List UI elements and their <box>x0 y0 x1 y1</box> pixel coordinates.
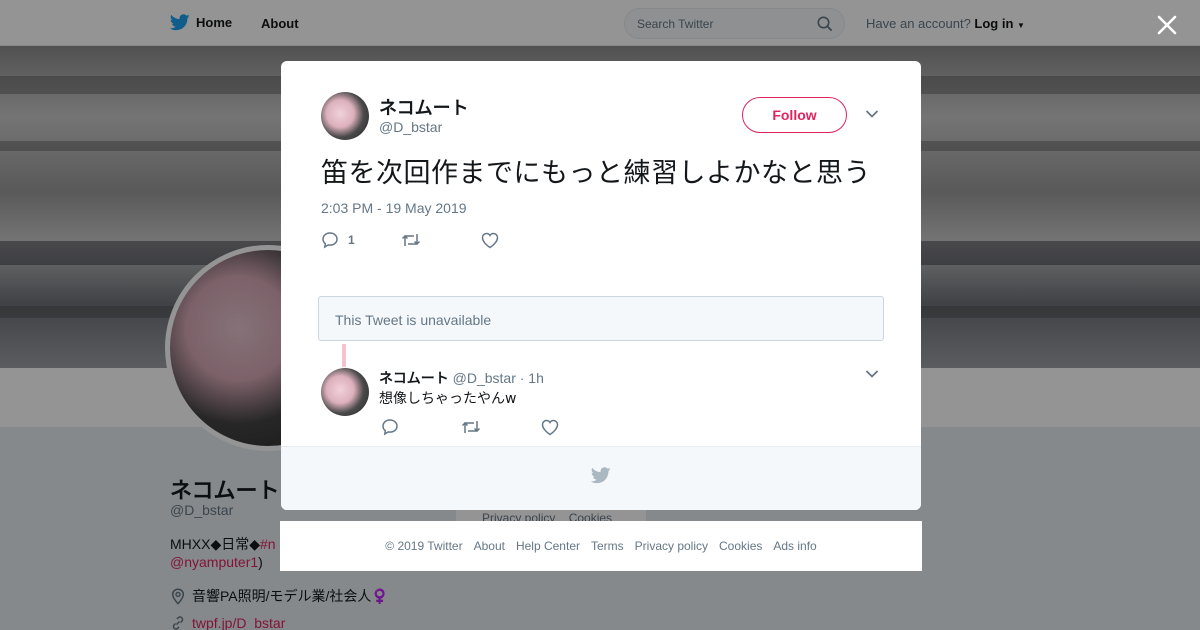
reply-header: ネコムート @D_bstar · 1h <box>379 368 544 388</box>
reply-chevron-down-icon[interactable] <box>865 369 879 379</box>
reply-button[interactable]: 1 <box>321 231 401 249</box>
like-button[interactable] <box>481 232 499 249</box>
chevron-down-icon[interactable] <box>865 109 879 119</box>
footer-cookies-link[interactable]: Cookies <box>719 539 762 553</box>
reply-icon <box>322 232 338 249</box>
tweet-actions: 1 <box>321 231 499 249</box>
modal-footer <box>281 446 921 510</box>
reply-author-name[interactable]: ネコムート <box>379 370 449 386</box>
reply-author-handle[interactable]: @D_bstar <box>453 370 516 386</box>
reply-reply-button[interactable] <box>381 418 461 436</box>
reply-count: 1 <box>348 233 355 247</box>
footer-links: © 2019 Twitter About Help Center Terms P… <box>280 521 922 571</box>
reply-author-avatar[interactable] <box>321 368 369 416</box>
footer-privacy-link[interactable]: Privacy policy <box>635 539 708 553</box>
tweet-author-name[interactable]: ネコムート <box>379 94 469 120</box>
close-icon[interactable] <box>1154 12 1180 38</box>
heart-icon <box>541 419 559 435</box>
unavailable-tweet-notice: This Tweet is unavailable <box>318 296 884 341</box>
copyright-text: © 2019 Twitter <box>385 539 463 553</box>
thread-connector <box>342 344 346 367</box>
reply-actions <box>381 418 559 436</box>
reply-text: 想像しちゃったやんw <box>379 391 517 407</box>
retweet-button[interactable] <box>401 232 481 248</box>
retweet-icon <box>461 421 481 433</box>
reply-icon <box>382 419 398 436</box>
tweet-text: 笛を次回作までにもっと練習しよかなと思う <box>321 158 871 189</box>
heart-icon <box>481 232 499 248</box>
follow-button[interactable]: Follow <box>742 97 847 133</box>
reply-retweet-button[interactable] <box>461 419 541 435</box>
footer-ads-link[interactable]: Ads info <box>773 539 816 553</box>
tweet-author-avatar[interactable] <box>321 92 369 140</box>
footer-about-link[interactable]: About <box>474 539 505 553</box>
retweet-icon <box>401 234 421 246</box>
twitter-bird-icon <box>591 467 611 484</box>
tweet-timestamp[interactable]: 2:03 PM - 19 May 2019 <box>321 200 467 216</box>
tweet-author-handle[interactable]: @D_bstar <box>379 119 442 135</box>
tweet-modal: ネコムート @D_bstar Follow 笛を次回作までにもっと練習しよかなと… <box>281 61 921 510</box>
reply-time[interactable]: · 1h <box>520 370 544 386</box>
reply-like-button[interactable] <box>541 419 559 436</box>
footer-terms-link[interactable]: Terms <box>591 539 624 553</box>
footer-help-link[interactable]: Help Center <box>516 539 580 553</box>
